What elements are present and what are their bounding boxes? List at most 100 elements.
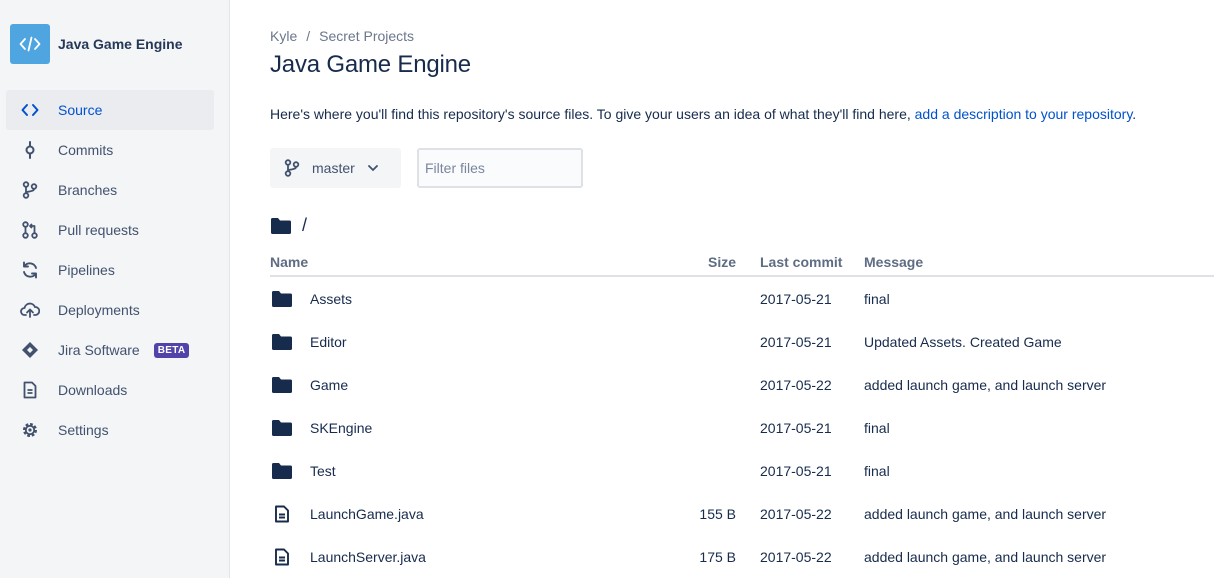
description-text: Here's where you'll find this repository… bbox=[270, 106, 915, 122]
pull-request-icon bbox=[20, 220, 40, 240]
commit-message-cell: final bbox=[864, 419, 890, 436]
breadcrumb-owner[interactable]: Kyle bbox=[270, 28, 297, 44]
sidebar-item-label: Deployments bbox=[58, 302, 140, 318]
last-commit-cell: 2017-05-22 bbox=[760, 505, 832, 522]
code-icon bbox=[20, 100, 40, 120]
sidebar: Java Game Engine Source Commits Branches… bbox=[0, 0, 230, 578]
sidebar-item-label: Pipelines bbox=[58, 262, 115, 278]
sidebar-item-downloads[interactable]: Downloads bbox=[6, 370, 214, 410]
repo-avatar[interactable] bbox=[10, 24, 50, 64]
path-root[interactable]: / bbox=[302, 215, 307, 236]
sidebar-item-label: Branches bbox=[58, 182, 118, 198]
file-name-link[interactable]: LaunchServer.java bbox=[310, 549, 426, 565]
sidebar-item-source[interactable]: Source bbox=[6, 90, 214, 130]
column-last-commit-header: Last commit bbox=[760, 253, 843, 270]
sidebar-item-branches[interactable]: Branches bbox=[6, 170, 214, 210]
branch-name: master bbox=[312, 160, 355, 176]
repo-description: Here's where you'll find this repository… bbox=[270, 106, 1136, 122]
file-name-link[interactable]: Assets bbox=[310, 291, 352, 307]
breadcrumb-project[interactable]: Secret Projects bbox=[319, 28, 414, 44]
gear-icon bbox=[20, 420, 40, 440]
sidebar-nav: Source Commits Branches Pull requests Pi… bbox=[6, 90, 214, 450]
add-description-link[interactable]: add a description to your repository bbox=[915, 106, 1133, 122]
file-size-cell: 175 B bbox=[699, 548, 736, 565]
table-row[interactable]: Test 2017-05-21 final bbox=[270, 449, 1214, 492]
sidebar-item-jira-software[interactable]: Jira Software BETA bbox=[6, 330, 214, 370]
pipelines-icon bbox=[20, 260, 40, 280]
sidebar-item-deployments[interactable]: Deployments bbox=[6, 290, 214, 330]
beta-badge: BETA bbox=[153, 342, 190, 358]
repo-header[interactable]: Java Game Engine bbox=[10, 24, 183, 64]
commit-message-cell: final bbox=[864, 462, 890, 479]
file-name-link[interactable]: LaunchGame.java bbox=[310, 506, 424, 522]
page-title: Java Game Engine bbox=[270, 51, 471, 78]
jira-icon bbox=[20, 340, 40, 360]
sidebar-item-label: Jira Software bbox=[58, 342, 140, 358]
filter-files-input[interactable] bbox=[417, 148, 583, 188]
table-row[interactable]: Assets 2017-05-21 final bbox=[270, 277, 1214, 320]
commit-message-cell: added launch game, and launch server bbox=[864, 376, 1107, 393]
table-row[interactable]: SKEngine 2017-05-21 final bbox=[270, 406, 1214, 449]
file-name-cell: LaunchServer.java bbox=[270, 548, 690, 566]
folder-icon bbox=[270, 419, 294, 437]
commit-message-cell: added launch game, and launch server bbox=[864, 548, 1107, 565]
file-icon bbox=[270, 505, 294, 523]
downloads-icon bbox=[20, 380, 40, 400]
file-name-cell: SKEngine bbox=[270, 419, 690, 437]
table-header: Name Size Last commit Message bbox=[270, 248, 1214, 277]
branch-selector-button[interactable]: master bbox=[270, 148, 401, 188]
file-name-link[interactable]: SKEngine bbox=[310, 420, 372, 436]
folder-icon bbox=[270, 217, 292, 235]
file-size-cell: 155 B bbox=[699, 505, 736, 522]
sidebar-item-label: Commits bbox=[58, 142, 114, 158]
table-row[interactable]: Game 2017-05-22 added launch game, and lau… bbox=[270, 363, 1214, 406]
sidebar-item-pipelines[interactable]: Pipelines bbox=[6, 250, 214, 290]
file-name-cell: Test bbox=[270, 462, 690, 480]
sidebar-item-settings[interactable]: Settings bbox=[6, 410, 214, 450]
table-body: Assets 2017-05-21 final Editor 2017-05-21 Upd… bbox=[270, 277, 1214, 578]
sidebar-item-label: Downloads bbox=[58, 382, 128, 398]
file-name-link[interactable]: Editor bbox=[310, 334, 347, 350]
repo-name[interactable]: Java Game Engine bbox=[58, 36, 183, 52]
last-commit-cell: 2017-05-22 bbox=[760, 548, 832, 565]
folder-icon bbox=[270, 462, 294, 480]
last-commit-cell: 2017-05-21 bbox=[760, 462, 832, 479]
commit-icon bbox=[20, 140, 40, 160]
file-table: Name Size Last commit Message Assets 2017… bbox=[270, 248, 1214, 578]
table-row[interactable]: LaunchGame.java 155 B 2017-05-22 added laun… bbox=[270, 492, 1214, 535]
folder-icon bbox=[270, 290, 294, 308]
file-icon bbox=[270, 548, 294, 566]
current-path: / bbox=[270, 215, 307, 236]
table-row[interactable]: Editor 2017-05-21 Updated Assets. Created … bbox=[270, 320, 1214, 363]
folder-icon bbox=[270, 376, 294, 394]
last-commit-cell: 2017-05-21 bbox=[760, 419, 832, 436]
breadcrumb-separator: / bbox=[306, 28, 311, 44]
code-icon bbox=[19, 36, 41, 52]
commit-message-cell: added launch game, and launch server bbox=[864, 505, 1107, 522]
sidebar-item-label: Pull requests bbox=[58, 222, 139, 238]
column-size-header: Size bbox=[707, 253, 736, 270]
file-name-link[interactable]: Test bbox=[310, 463, 336, 479]
branch-icon bbox=[20, 180, 40, 200]
table-row[interactable]: LaunchServer.java 175 B 2017-05-22 added la… bbox=[270, 535, 1214, 578]
file-name-cell: Assets bbox=[270, 290, 690, 308]
branch-icon bbox=[284, 159, 300, 177]
chevron-down-icon bbox=[367, 165, 378, 171]
folder-icon bbox=[270, 333, 294, 351]
file-name-cell: Editor bbox=[270, 333, 690, 351]
column-name-header: Name bbox=[270, 253, 309, 270]
last-commit-cell: 2017-05-21 bbox=[760, 290, 832, 307]
last-commit-cell: 2017-05-21 bbox=[760, 333, 832, 350]
description-end: . bbox=[1132, 106, 1137, 122]
last-commit-cell: 2017-05-22 bbox=[760, 376, 832, 393]
column-message-header: Message bbox=[864, 253, 924, 270]
deployments-icon bbox=[20, 300, 40, 320]
file-name-link[interactable]: Game bbox=[310, 377, 348, 393]
sidebar-item-label: Source bbox=[58, 102, 103, 118]
file-name-cell: LaunchGame.java bbox=[270, 505, 690, 523]
file-name-cell: Game bbox=[270, 376, 690, 394]
breadcrumb: Kyle / Secret Projects bbox=[270, 28, 414, 44]
sidebar-item-commits[interactable]: Commits bbox=[6, 130, 214, 170]
commit-message-cell: Updated Assets. Created Game bbox=[864, 333, 1062, 350]
sidebar-item-pull-requests[interactable]: Pull requests bbox=[6, 210, 214, 250]
